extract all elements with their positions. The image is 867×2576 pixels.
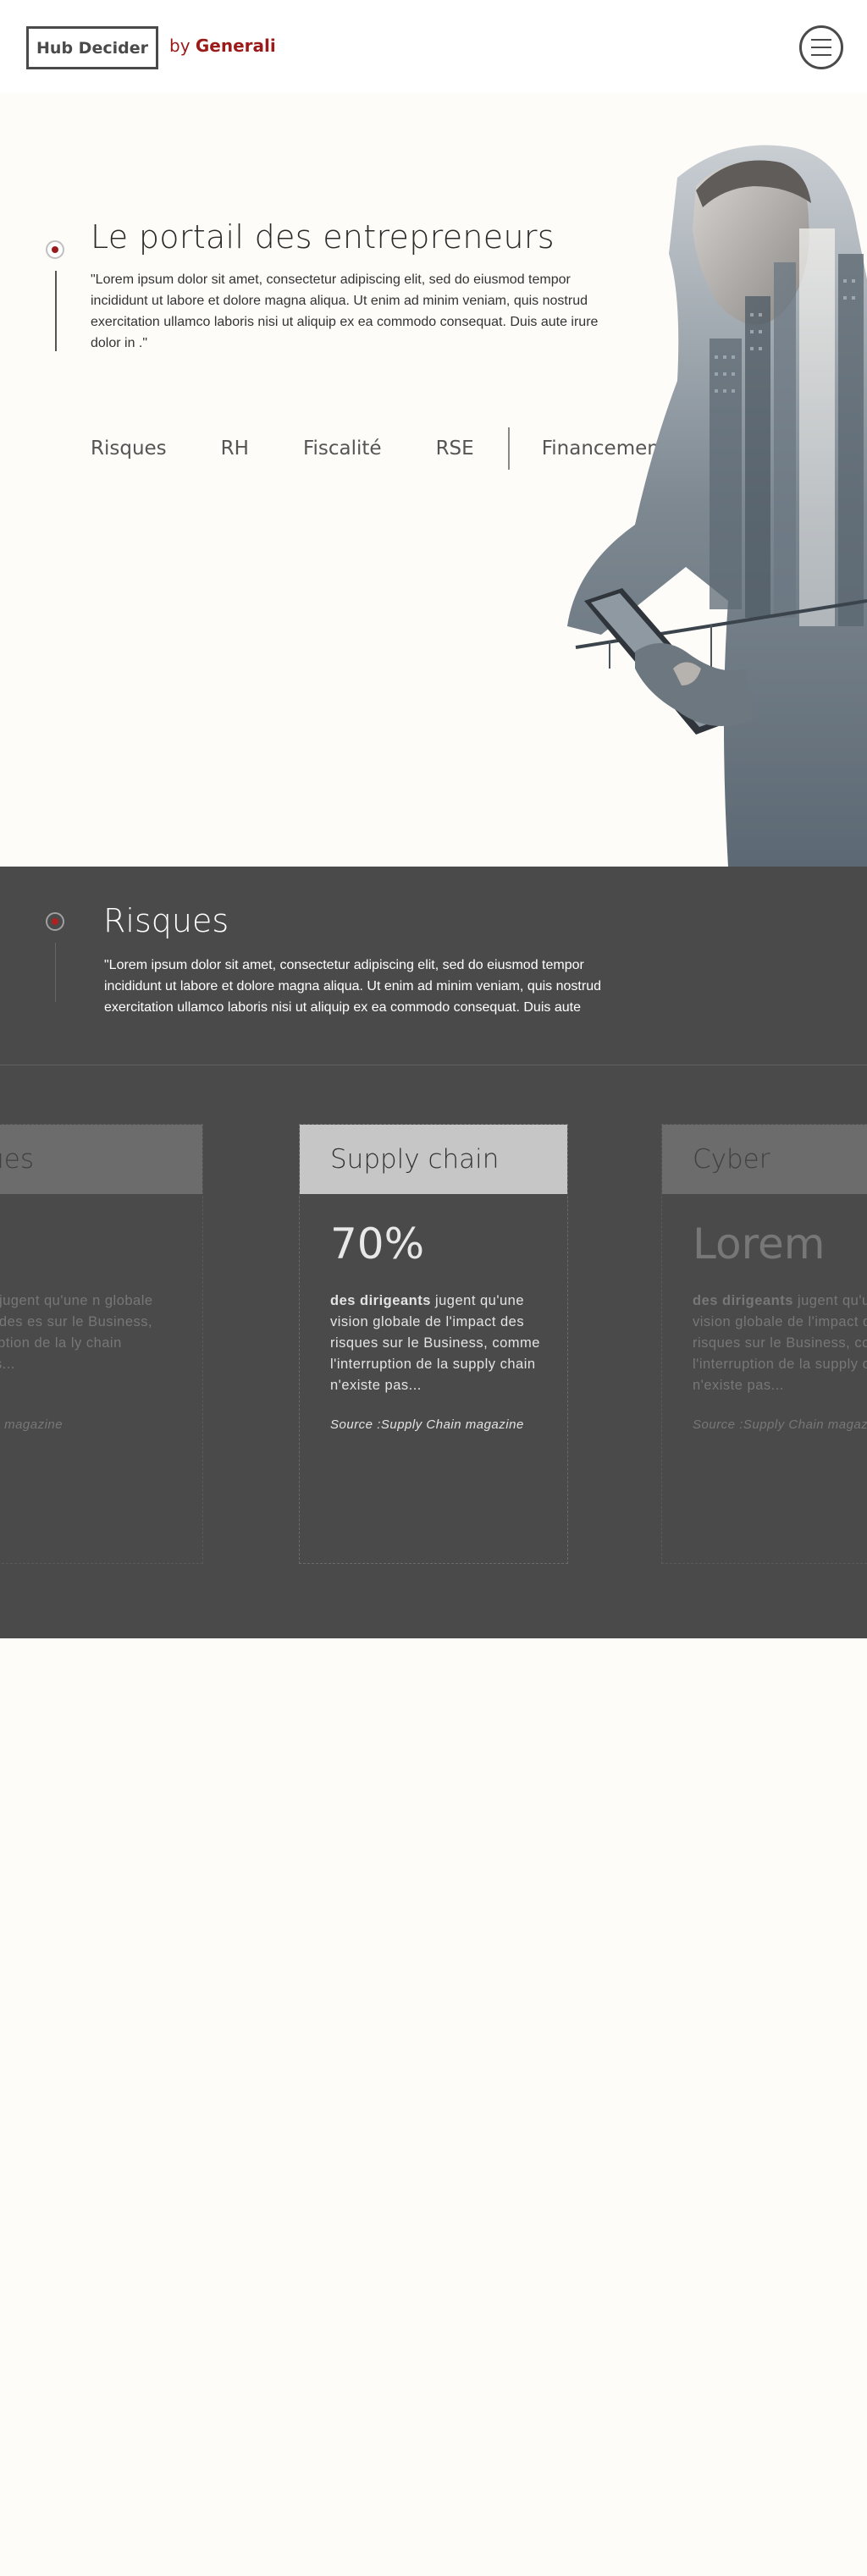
risk-card-strategiques[interactable]: atégiques 0% dirigeants jugent qu'une n … — [0, 1124, 203, 1564]
by-generali-label: by Generali — [169, 36, 276, 56]
by-text: by — [169, 36, 191, 56]
card-body-text: jugent qu'une n globale de l'impact des … — [0, 1293, 153, 1372]
card-header: atégiques — [0, 1125, 202, 1194]
risques-bullet-icon — [46, 912, 64, 931]
card-body: des dirigeants jugent qu'une vision glob… — [330, 1291, 542, 1396]
card-body: des dirigeants jugent qu'une vision glob… — [693, 1291, 867, 1396]
risques-title: Risques — [103, 902, 229, 939]
card-source: Source :Supply Chain magazine — [693, 1417, 867, 1432]
site-header: Hub Decider by Generali — [0, 0, 867, 93]
risk-card-cyber[interactable]: Cyber Lorem des dirigeants jugent qu'une… — [661, 1124, 867, 1564]
nav-fiscalite[interactable]: Fiscalité — [303, 438, 382, 460]
generali-brand: Generali — [195, 36, 276, 56]
card-source: Source :Supply Chain magazine — [330, 1417, 524, 1432]
card-header: Cyber — [662, 1125, 867, 1194]
hamburger-menu-button[interactable] — [799, 25, 843, 69]
hero-vertical-line — [55, 271, 57, 351]
nav-risques[interactable]: Risques — [91, 438, 167, 460]
card-title: Supply chain — [330, 1144, 500, 1175]
card-title: Cyber — [693, 1144, 770, 1175]
hamburger-menu-icon — [811, 39, 831, 41]
card-body-bold: des dirigeants — [693, 1293, 793, 1308]
card-stat: 70% — [330, 1219, 425, 1269]
logo-text: Hub Decider — [36, 38, 148, 58]
card-header: Supply chain — [300, 1125, 567, 1194]
hero-section: Le portail des entrepreneurs "Lorem ipsu… — [0, 93, 867, 867]
nav-rse[interactable]: RSE — [436, 438, 474, 460]
card-body: dirigeants jugent qu'une n globale de l'… — [0, 1291, 169, 1375]
risques-vertical-line — [55, 943, 56, 1002]
card-title: atégiques — [0, 1144, 34, 1175]
businessman-city-illustration — [567, 145, 867, 867]
risques-description: "Lorem ipsum dolor sit amet, consectetur… — [104, 958, 601, 1015]
page-footer-area — [0, 1638, 867, 2576]
hero-bullet-icon — [46, 240, 64, 259]
nav-rh[interactable]: RH — [221, 438, 249, 460]
hub-decider-logo[interactable]: Hub Decider — [26, 26, 158, 69]
card-body-bold: des dirigeants — [330, 1293, 431, 1308]
card-stat: Lorem — [693, 1219, 826, 1269]
risk-card-supply-chain[interactable]: Supply chain 70% des dirigeants jugent q… — [299, 1124, 568, 1564]
card-source: ce :Supply Chain magazine — [0, 1417, 64, 1432]
risques-section: Risques "Lorem ipsum dolor sit amet, con… — [0, 867, 867, 1638]
